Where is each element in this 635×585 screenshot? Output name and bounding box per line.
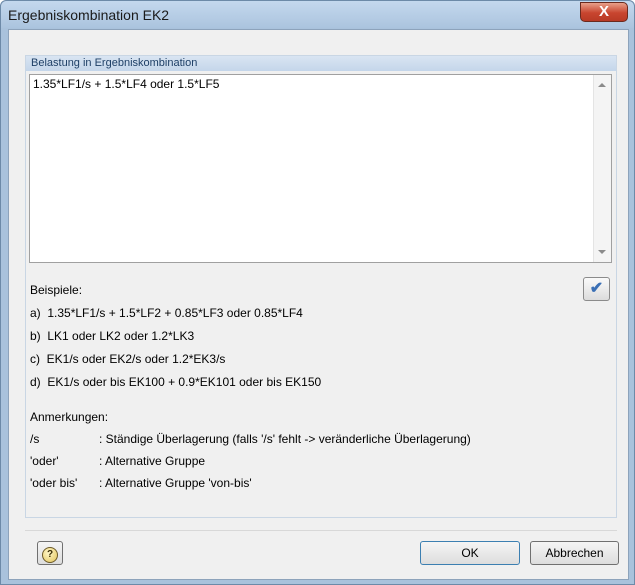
notes-heading: Anmerkungen: xyxy=(30,410,109,424)
example-item-d: d) EK1/s oder bis EK100 + 0.9*EK101 oder… xyxy=(30,375,322,389)
group-title: Belastung in Ergebniskombination xyxy=(31,57,198,69)
examples-heading: Beispiele: xyxy=(30,283,83,297)
scroll-up-icon[interactable] xyxy=(598,83,606,87)
close-icon: X xyxy=(598,3,609,20)
help-button[interactable]: ? xyxy=(37,541,63,565)
group-header: Belastung in Ergebniskombination xyxy=(26,56,616,71)
check-icon: ✔ xyxy=(589,280,604,297)
help-icon: ? xyxy=(42,547,58,563)
check-button[interactable]: ✔ xyxy=(583,277,610,301)
note-desc-s: : Ständige Überlagerung (falls '/s' fehl… xyxy=(99,432,471,446)
example-item-c: c) EK1/s oder EK2/s oder 1.2*EK3/s xyxy=(30,352,226,366)
combination-input-text: 1.35*LF1/s + 1.5*LF4 oder 1.5*LF5 xyxy=(33,77,220,91)
load-combination-group: Belastung in Ergebniskombination 1.35*LF… xyxy=(25,55,617,518)
note-desc-oder-bis: : Alternative Gruppe 'von-bis' xyxy=(99,476,252,490)
note-key-s: /s xyxy=(30,432,40,446)
ok-button[interactable]: OK xyxy=(420,541,520,565)
example-item-a: a) 1.35*LF1/s + 1.5*LF2 + 0.85*LF3 oder … xyxy=(30,306,303,320)
example-item-b: b) LK1 oder LK2 oder 1.2*LK3 xyxy=(30,329,195,343)
note-desc-oder: : Alternative Gruppe xyxy=(99,454,206,468)
title-bar: Ergebniskombination EK2 X xyxy=(1,1,634,28)
window-title: Ergebniskombination EK2 xyxy=(8,7,170,23)
footer-divider xyxy=(25,530,617,531)
note-key-oder: 'oder' xyxy=(30,454,59,468)
close-button[interactable]: X xyxy=(580,2,628,22)
vertical-scrollbar[interactable] xyxy=(593,75,611,262)
combination-input[interactable]: 1.35*LF1/s + 1.5*LF4 oder 1.5*LF5 xyxy=(29,74,612,263)
scroll-down-icon[interactable] xyxy=(598,250,606,254)
note-key-oder-bis: 'oder bis' xyxy=(30,476,78,490)
cancel-button[interactable]: Abbrechen xyxy=(530,541,619,565)
